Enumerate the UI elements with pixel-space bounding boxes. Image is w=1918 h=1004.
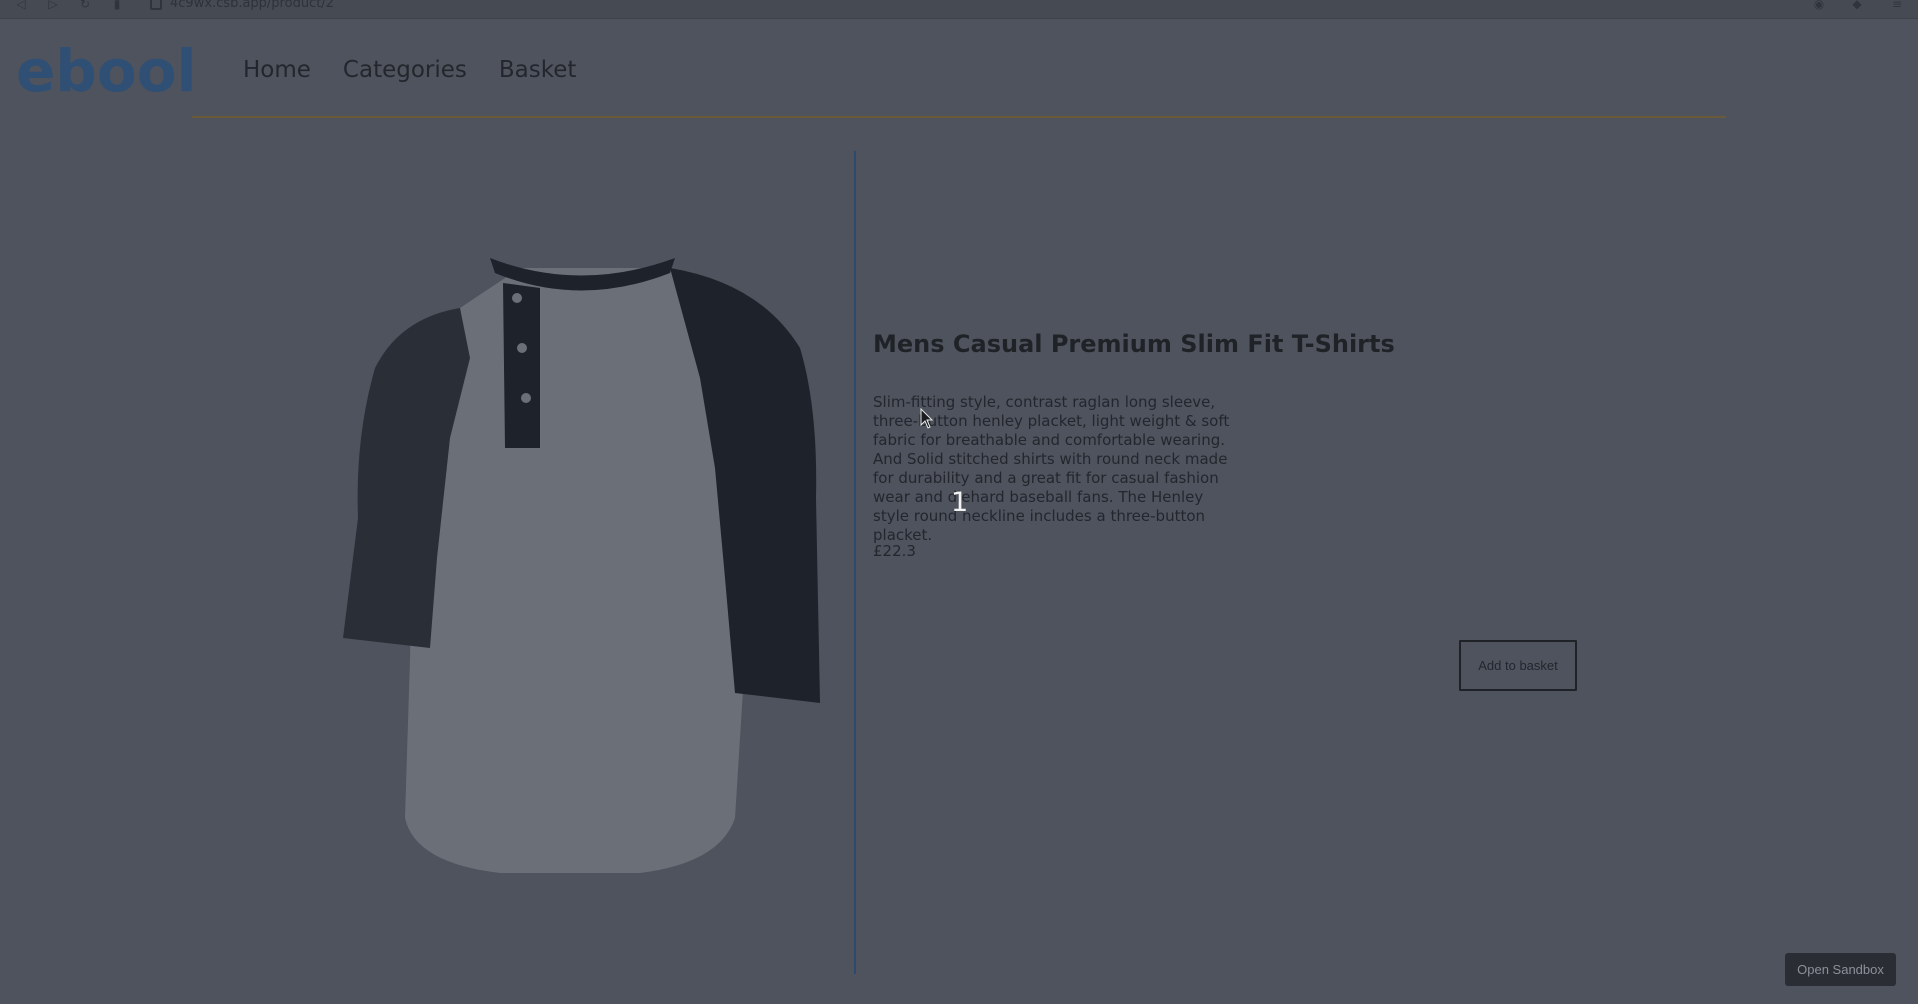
product-price: £22.3 xyxy=(873,542,916,560)
shirt-button xyxy=(517,343,527,353)
nav-home[interactable]: Home xyxy=(243,52,311,88)
add-to-basket-button[interactable]: Add to basket xyxy=(1459,640,1577,691)
menu-icon[interactable]: ≡ xyxy=(1888,0,1906,12)
mouse-cursor-icon xyxy=(920,408,934,429)
nav-basket[interactable]: Basket xyxy=(499,52,577,88)
product-image xyxy=(343,258,820,873)
nav-categories[interactable]: Categories xyxy=(343,52,467,88)
header-divider xyxy=(192,116,1726,118)
address-bar[interactable]: 4c9wx.csb.app/product/2 xyxy=(170,0,334,11)
browser-toolbar: ◁ ▷ ↻ ▮ 4c9wx.csb.app/product/2 ◉ ◆ ≡ xyxy=(0,0,1918,19)
shield-icon[interactable]: ◆ xyxy=(1848,0,1866,12)
back-icon[interactable]: ◁ xyxy=(12,0,30,12)
vertical-divider xyxy=(854,151,856,974)
account-icon[interactable]: ◉ xyxy=(1810,0,1828,12)
shirt-placket xyxy=(503,283,540,448)
shirt-button xyxy=(521,393,531,403)
forward-icon[interactable]: ▷ xyxy=(44,0,62,12)
bookmark-icon[interactable]: ▮ xyxy=(108,0,126,12)
reload-icon[interactable]: ↻ xyxy=(76,0,94,12)
main-nav: Home Categories Basket xyxy=(243,52,608,88)
shirt-button xyxy=(512,293,522,303)
site-logo[interactable]: ebool xyxy=(16,36,196,106)
product-title: Mens Casual Premium Slim Fit T-Shirts xyxy=(873,330,1395,358)
lock-icon xyxy=(150,0,162,10)
open-sandbox-button[interactable]: Open Sandbox xyxy=(1785,953,1896,986)
step-marker: 1 xyxy=(951,487,969,518)
